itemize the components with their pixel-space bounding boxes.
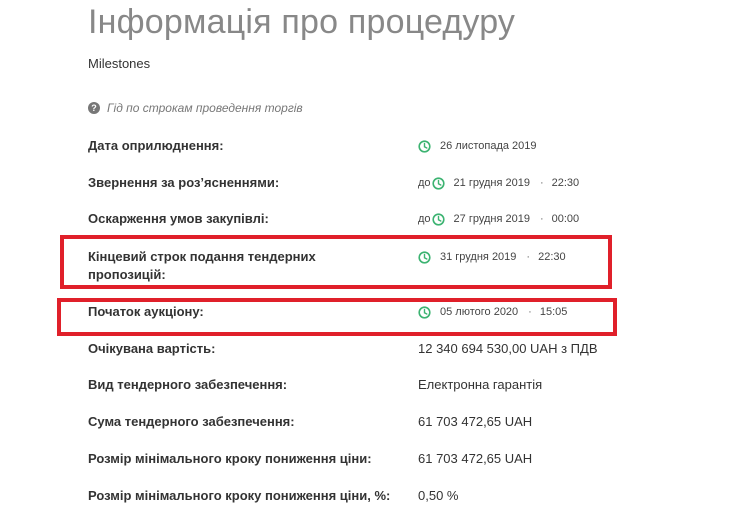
- separator-dot: ·: [539, 213, 544, 225]
- auction-start-label: Початок аукціону:: [88, 304, 204, 319]
- timeline-guide-link[interactable]: ? Гід по строкам проведення торгів: [88, 100, 303, 116]
- procedure-info-page: Інформація про процедуру Milestones ? Гі…: [0, 0, 741, 524]
- min-step-percent-value: 0,50 %: [418, 488, 459, 503]
- page-title: Інформація про процедуру: [88, 3, 516, 41]
- separator-dot: ·: [539, 177, 544, 189]
- expected-value-value: 12 340 694 530,00 UAH з ПДВ: [418, 341, 598, 356]
- time-text: 22:30: [551, 177, 580, 189]
- separator-dot: ·: [526, 251, 531, 263]
- clarifications-label: Звернення за роз’ясненнями:: [88, 175, 280, 190]
- date-text: 27 грудня 2019: [453, 213, 530, 225]
- clock-icon: [431, 212, 445, 226]
- clock-icon: [418, 305, 431, 319]
- time-text: 00:00: [551, 213, 580, 225]
- date-text: 21 грудня 2019: [453, 177, 530, 189]
- appeal-terms-value: до 27 грудня 2019 · 00:00: [418, 210, 579, 228]
- publication-date-value: 26 листопада 2019: [418, 137, 537, 155]
- date-text: 31 грудня 2019: [440, 251, 517, 263]
- min-step-value: 61 703 472,65 UAH: [418, 451, 533, 466]
- submission-deadline-label: Кінцевий строк подання тендерних пропози…: [88, 249, 316, 282]
- clock-icon: [418, 139, 431, 153]
- security-amount-label: Сума тендерного забезпечення:: [88, 414, 295, 429]
- appeal-terms-label: Оскарження умов закупівлі:: [88, 211, 269, 226]
- date-text: 05 лютого 2020: [440, 306, 519, 318]
- time-text: 15:05: [539, 306, 568, 318]
- submission-deadline-value: 31 грудня 2019 · 22:30: [418, 248, 566, 266]
- timeline-guide-text: Гід по строкам проведення торгів: [107, 101, 303, 115]
- expected-value-label: Очікувана вартість:: [88, 341, 216, 356]
- security-amount-value: 61 703 472,65 UAH: [418, 414, 533, 429]
- min-step-percent-label: Розмір мінімального кроку пониження ціни…: [88, 488, 391, 503]
- separator-dot: ·: [528, 306, 532, 318]
- min-step-label: Розмір мінімального кроку пониження ціни…: [88, 451, 372, 466]
- security-type-value: Електронна гарантія: [418, 377, 543, 392]
- publication-date-label: Дата оприлюднення:: [88, 138, 224, 153]
- security-type-label: Вид тендерного забезпечення:: [88, 377, 288, 392]
- clarifications-value: до 21 грудня 2019 · 22:30: [418, 174, 579, 192]
- until-prefix: до: [418, 213, 431, 225]
- time-text: 22:30: [538, 251, 566, 263]
- clock-icon: [418, 250, 431, 264]
- clock-icon: [431, 176, 445, 190]
- page-subtitle: Milestones: [88, 56, 151, 71]
- auction-start-value: 05 лютого 2020 · 15:05: [418, 303, 567, 321]
- question-circle-icon: ?: [88, 102, 100, 114]
- date-text: 26 листопада 2019: [440, 140, 537, 152]
- until-prefix: до: [418, 177, 431, 189]
